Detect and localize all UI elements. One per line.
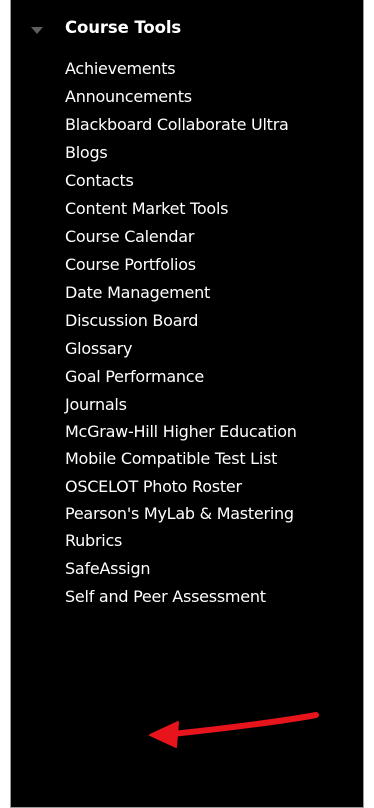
section-title: Course Tools: [65, 18, 182, 37]
tool-item-label: Course Calendar: [65, 227, 195, 246]
course-tools-header[interactable]: Course Tools: [11, 0, 363, 52]
tool-item-blogs[interactable]: Blogs: [65, 139, 361, 167]
tool-item-rubrics[interactable]: Rubrics: [65, 527, 361, 555]
course-tools-panel: Course Tools Achievements Announcements …: [10, 0, 364, 808]
tool-item-course-calendar[interactable]: Course Calendar: [65, 223, 361, 251]
tool-item-course-portfolios[interactable]: Course Portfolios: [65, 251, 361, 279]
tool-item-label: Blogs: [65, 143, 108, 162]
tool-item-label: Pearson's MyLab & Mastering: [65, 504, 294, 523]
tool-item-blackboard-collaborate-ultra[interactable]: Blackboard Collaborate Ultra: [65, 111, 361, 139]
triangle-down-icon[interactable]: [31, 27, 43, 34]
tool-item-label: Journals: [65, 395, 127, 414]
tool-item-label: Achievements: [65, 59, 176, 78]
tool-item-label: McGraw-Hill Higher Education: [65, 422, 297, 441]
tool-item-label: Course Portfolios: [65, 255, 196, 274]
tool-item-announcements[interactable]: Announcements: [65, 83, 361, 111]
tool-item-label: Announcements: [65, 87, 192, 106]
tool-item-mcgraw-hill-higher-education[interactable]: McGraw-Hill Higher Education: [65, 419, 361, 445]
tool-item-mobile-compatible-test-list[interactable]: Mobile Compatible Test List: [65, 445, 361, 473]
tool-list: Achievements Announcements Blackboard Co…: [65, 55, 361, 611]
tool-item-goal-performance[interactable]: Goal Performance: [65, 363, 361, 391]
tool-item-label: Glossary: [65, 339, 133, 358]
tool-item-self-and-peer-assessment[interactable]: Self and Peer Assessment: [65, 583, 361, 611]
tool-item-content-market-tools[interactable]: Content Market Tools: [65, 195, 361, 223]
tool-item-date-management[interactable]: Date Management: [65, 279, 361, 307]
tool-item-journals[interactable]: Journals: [65, 391, 361, 419]
tool-item-label: Goal Performance: [65, 367, 204, 386]
tool-item-label: Blackboard Collaborate Ultra: [65, 115, 289, 134]
tool-item-label: Date Management: [65, 283, 210, 302]
tool-item-label: Self and Peer Assessment: [65, 587, 266, 606]
tool-item-glossary[interactable]: Glossary: [65, 335, 361, 363]
tool-item-label: Mobile Compatible Test List: [65, 449, 278, 468]
tool-item-discussion-board[interactable]: Discussion Board: [65, 307, 361, 335]
tool-item-label: Contacts: [65, 171, 134, 190]
tool-item-pearsons-mylab-mastering[interactable]: Pearson's MyLab & Mastering: [65, 501, 361, 527]
tool-item-label: SafeAssign: [65, 559, 151, 578]
tool-item-label: Rubrics: [65, 531, 123, 550]
tool-item-oscelot-photo-roster[interactable]: OSCELOT Photo Roster: [65, 473, 361, 501]
screenshot-frame: Course Tools Achievements Announcements …: [0, 0, 374, 808]
tool-item-label: Discussion Board: [65, 311, 199, 330]
tool-item-achievements[interactable]: Achievements: [65, 55, 361, 83]
tool-item-safeassign[interactable]: SafeAssign: [65, 555, 361, 583]
tool-item-contacts[interactable]: Contacts: [65, 167, 361, 195]
tool-item-label: Content Market Tools: [65, 199, 229, 218]
tool-item-label: OSCELOT Photo Roster: [65, 477, 242, 496]
